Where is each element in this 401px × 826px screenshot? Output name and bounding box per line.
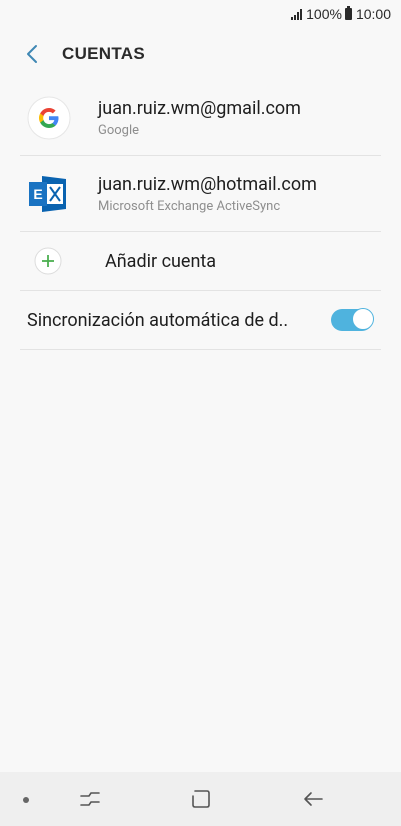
svg-text:E: E xyxy=(33,186,42,202)
home-button[interactable] xyxy=(186,784,216,814)
recent-apps-icon xyxy=(80,792,100,806)
auto-sync-toggle[interactable] xyxy=(331,308,374,331)
clock: 10:00 xyxy=(355,6,391,22)
recent-apps-button[interactable] xyxy=(75,784,105,814)
account-provider: Google xyxy=(98,122,140,138)
toggle-knob xyxy=(352,308,374,330)
status-bar: 100% 10:00 xyxy=(0,0,401,28)
battery-percent: 100% xyxy=(306,6,342,22)
account-email: juan.ruiz.wm@gmail.com xyxy=(98,97,301,119)
add-account-button[interactable]: Añadir cuenta xyxy=(20,231,381,290)
account-email: juan.ruiz.wm@hotmail.com xyxy=(98,173,317,195)
back-button[interactable] xyxy=(12,34,52,74)
battery-icon xyxy=(344,6,352,20)
navigation-bar xyxy=(0,772,401,826)
nav-dot-icon[interactable] xyxy=(23,797,29,803)
signal-icon xyxy=(291,8,303,20)
app-bar: CUENTAS xyxy=(0,28,401,80)
back-nav-button[interactable] xyxy=(298,784,328,814)
google-icon xyxy=(27,96,71,139)
back-arrow-icon xyxy=(27,45,37,63)
add-account-label: Añadir cuenta xyxy=(105,250,217,272)
home-icon xyxy=(192,790,210,808)
plus-circle-icon xyxy=(34,247,62,275)
account-provider: Microsoft Exchange ActiveSync xyxy=(98,198,281,214)
exchange-icon: E xyxy=(29,175,66,212)
page-title: CUENTAS xyxy=(62,44,146,63)
accounts-list: juan.ruiz.wm@gmail.com Google E juan.rui… xyxy=(20,80,381,350)
account-item-google[interactable]: juan.ruiz.wm@gmail.com Google xyxy=(20,80,381,155)
auto-sync-row[interactable]: Sincronización automática de d.. xyxy=(20,290,381,350)
back-nav-icon xyxy=(304,792,323,806)
account-item-exchange[interactable]: E juan.ruiz.wm@hotmail.com Microsoft Exc… xyxy=(20,155,381,231)
auto-sync-label: Sincronización automática de d.. xyxy=(27,309,289,331)
